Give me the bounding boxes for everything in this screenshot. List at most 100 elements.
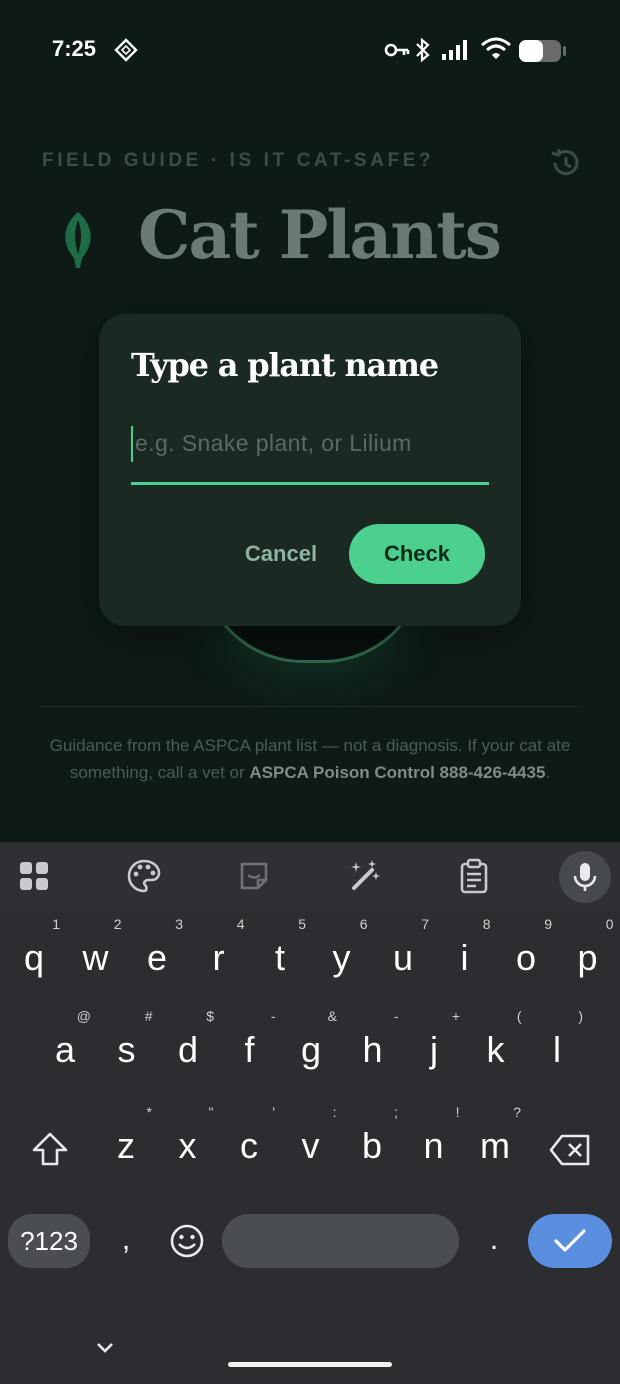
keyboard: q1w2e3r4t5y6u7i8o9p0 a @ s # d $ f - g & h - j + k(l) … [0,842,620,1384]
key-hint: & [327,1008,337,1024]
key-label: p [577,937,598,978]
apps-grid-icon[interactable] [16,858,52,894]
space-key[interactable] [222,1214,459,1268]
key-label: d [177,1029,199,1070]
key-i[interactable]: i8 [437,916,493,998]
magic-wand-icon[interactable] [346,858,382,894]
key-hint: 5 [298,916,306,932]
field-guide-kicker: FIELD GUIDE · IS IT CAT-SAFE? [42,150,435,171]
app-screen: 7:25 FIELD GUIDE · IS IT CAT-SAFE? Cat P… [0,0,620,842]
status-time: 7:25 [52,36,97,61]
shift-key[interactable] [22,1122,78,1178]
key-label: n [423,1125,444,1166]
key-c[interactable]: c ' [221,1104,277,1186]
key-hint: ; [394,1104,398,1120]
key-hint: 1 [52,916,60,932]
key-t[interactable]: t5 [252,916,308,998]
key-g[interactable]: g & [283,1008,339,1090]
chevron-down-icon[interactable] [94,1336,116,1358]
key-s[interactable]: s # [99,1008,155,1090]
plant-name-input[interactable]: e.g. Snake plant, or Lilium [131,422,489,485]
disclaimer-post: . [545,763,551,782]
app-title: Cat Plants [138,196,502,274]
mic-icon [573,863,597,891]
enter-key[interactable] [528,1214,612,1268]
key-hint: ( [516,1008,522,1024]
key-e[interactable]: e3 [129,916,185,998]
emoji-key[interactable] [164,1214,210,1268]
poison-control-link[interactable]: ASPCA Poison Control 888-426-4435 [249,763,545,782]
check-icon [554,1229,586,1252]
key-label: i [460,937,469,978]
key-j[interactable]: j + [406,1008,462,1090]
key-r[interactable]: r4 [191,916,247,998]
gesture-nav-bar[interactable] [228,1362,392,1367]
key-f[interactable]: f- [222,1008,278,1090]
key-hint: - [270,1008,276,1024]
key-label: e [146,937,168,978]
key-label: g [300,1029,322,1070]
key-b[interactable]: b; [344,1104,400,1186]
text-caret [131,426,133,462]
key-k[interactable]: k( [468,1008,524,1090]
symbols-key[interactable]: ?123 [8,1214,90,1268]
key-hint: 4 [236,916,245,932]
key-hint: @ [76,1008,91,1024]
key-v[interactable]: v: [283,1104,339,1186]
leaf-logo-icon [65,212,91,268]
key-d[interactable]: d $ [160,1008,216,1090]
key-label: o [515,937,537,978]
key-w[interactable]: w2 [68,916,124,998]
nfc-diamond-icon [114,38,138,62]
mic-button[interactable] [559,851,611,903]
divider [40,706,580,707]
key-hint: 9 [544,916,552,932]
key-hint: 8 [482,916,491,932]
key-hint: 7 [421,916,429,932]
key-label: l [553,1029,561,1070]
check-button[interactable]: Check [349,524,485,584]
plant-name-dialog: Type a plant name e.g. Snake plant, or L… [99,314,521,626]
key-hint: + [451,1008,460,1024]
key-label: s [117,1029,136,1070]
key-hint: : [332,1104,337,1120]
key-label: j [430,1029,438,1070]
key-hint: 2 [113,916,122,932]
key-label: m [480,1125,510,1166]
period-key[interactable]: . [466,1200,522,1280]
key-hint: - [393,1008,399,1024]
clipboard-icon[interactable] [456,858,492,894]
cancel-button[interactable]: Cancel [229,524,333,584]
key-o[interactable]: o9 [498,916,554,998]
history-icon[interactable] [548,146,582,180]
key-h[interactable]: h- [345,1008,401,1090]
key-hint: 0 [605,916,614,932]
key-label: c [240,1125,258,1166]
input-placeholder: e.g. Snake plant, or Lilium [135,430,412,456]
signal-icon [442,40,467,60]
key-z[interactable]: z * [98,1104,154,1186]
backspace-key[interactable] [542,1122,598,1178]
key-l[interactable]: l) [529,1008,585,1090]
key-label: u [392,937,414,978]
key-a[interactable]: a @ [37,1008,93,1090]
key-p[interactable]: p0 [560,916,616,998]
key-label: b [361,1125,383,1166]
key-label: r [212,937,225,978]
key-n[interactable]: n! [406,1104,462,1186]
comma-key[interactable]: , [98,1200,154,1280]
sticker-icon[interactable] [236,858,272,894]
keyboard-toolbar [0,842,620,912]
key-u[interactable]: u7 [375,916,431,998]
key-hint: ! [455,1104,460,1120]
palette-icon[interactable] [126,858,162,894]
disclaimer-text: Guidance from the ASPCA plant list — not… [40,732,580,786]
backspace-icon [549,1134,590,1166]
key-q[interactable]: q1 [6,916,62,998]
key-hint: ? [513,1104,521,1120]
key-y[interactable]: y6 [314,916,370,998]
keyboard-keys: q1w2e3r4t5y6u7i8o9p0 a @ s # d $ f - g & h - j + k(l) … [0,912,620,1384]
key-x[interactable]: x " [160,1104,216,1186]
key-m[interactable]: m? [467,1104,523,1186]
key-label: f [244,1029,255,1070]
